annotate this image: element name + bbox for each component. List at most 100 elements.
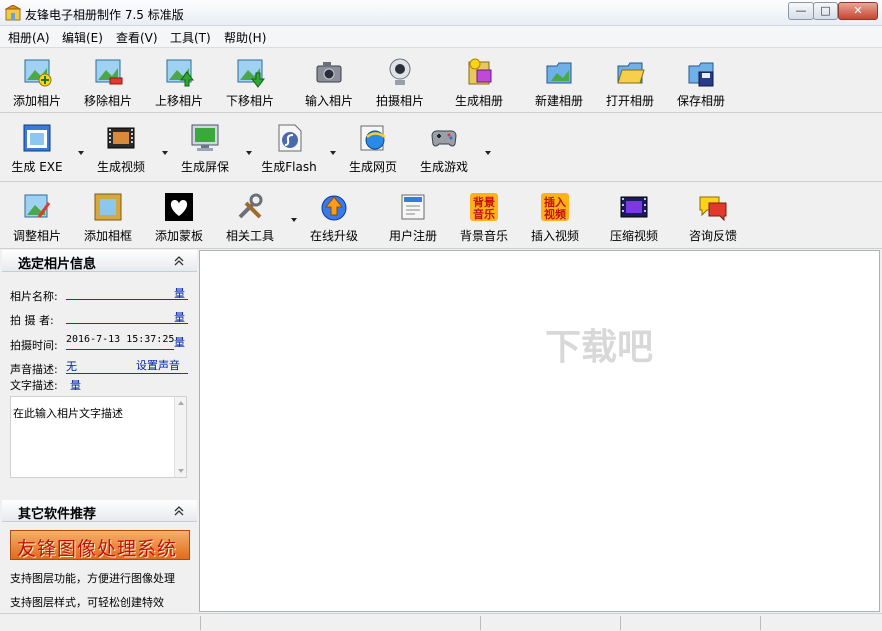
collapse-icon[interactable]	[172, 254, 186, 268]
adjust-photo-icon	[24, 194, 51, 218]
monitor-icon	[191, 124, 219, 151]
sound-desc-label: 声音描述:	[10, 363, 58, 376]
remove-photo-label: 移除相片	[83, 94, 132, 108]
menu-album[interactable]: 相册(A)	[8, 29, 50, 46]
shoot-time-label: 拍摄时间:	[10, 339, 58, 352]
dropdown-arrow-icon	[330, 151, 336, 155]
new-album-button[interactable]: 新建相册	[526, 54, 592, 108]
compress-video-button[interactable]: 压缩视频	[601, 189, 667, 243]
save-album-button[interactable]: 保存相册	[668, 54, 734, 108]
import-photo-button[interactable]: 输入相片	[296, 54, 362, 108]
text-desc-qty[interactable]: 量	[70, 377, 81, 393]
new-album-icon	[546, 62, 572, 84]
move-down-button[interactable]: 下移相片	[217, 54, 283, 108]
scroll-arrows-icon	[178, 401, 184, 473]
build-video-dropdown[interactable]	[160, 148, 170, 158]
related-tools-label: 相关工具	[225, 229, 274, 243]
close-button[interactable]: ✕	[838, 2, 878, 20]
photo-name-qty[interactable]: 量	[174, 285, 185, 301]
move-up-button[interactable]: 上移相片	[146, 54, 212, 108]
background-music-icon: 背景音乐	[470, 193, 498, 221]
menu-tools[interactable]: 工具(T)	[170, 29, 211, 46]
photographer-qty[interactable]: 量	[174, 309, 185, 325]
set-sound-button[interactable]: 设置声音	[136, 357, 180, 373]
build-screensaver-button[interactable]: 生成屏保	[172, 120, 238, 174]
register-button[interactable]: 用户注册	[380, 189, 446, 243]
build-game-label: 生成游戏	[419, 160, 468, 174]
status-bar	[0, 613, 882, 631]
register-label: 用户注册	[388, 229, 437, 243]
dropdown-arrow-icon	[246, 151, 252, 155]
title-bar: 友锋电子相册制作 7.5 标准版 — □ ✕	[0, 0, 882, 26]
photographer-field[interactable]	[66, 308, 188, 324]
move-down-label: 下移相片	[225, 94, 274, 108]
open-album-label: 打开相册	[605, 94, 654, 108]
menu-help[interactable]: 帮助(H)	[224, 29, 266, 46]
recommend-line: 支持图层样式，可轻松创建特效	[10, 596, 164, 609]
image-software-banner[interactable]: 友锋图像处理系统	[10, 530, 190, 560]
left-panel: 选定相片信息 相片名称: 量 拍 摄 者: 量 拍摄时间: 2016-7-13 …	[2, 250, 197, 612]
insert-video-label: 插入视频	[530, 229, 579, 243]
build-webpage-button[interactable]: 生成网页	[340, 120, 406, 174]
compress-video-icon	[620, 196, 648, 218]
build-album-label: 生成相册	[454, 94, 503, 108]
related-tools-dropdown[interactable]	[289, 215, 299, 225]
build-game-dropdown[interactable]	[483, 148, 493, 158]
open-album-button[interactable]: 打开相册	[597, 54, 663, 108]
adjust-photo-label: 调整相片	[12, 229, 61, 243]
arrow-down-icon	[237, 59, 265, 88]
shoot-time-qty[interactable]: 量	[174, 334, 185, 350]
add-mask-button[interactable]: 添加蒙板	[146, 189, 212, 243]
build-game-button[interactable]: 生成游戏	[411, 120, 477, 174]
add-mask-label: 添加蒙板	[154, 229, 203, 243]
capture-photo-button[interactable]: 拍摄相片	[367, 54, 433, 108]
insert-video-button[interactable]: 插入 视频 插入视频	[522, 189, 588, 243]
preview-area[interactable]	[199, 250, 880, 612]
related-tools-button[interactable]: 相关工具	[217, 189, 283, 243]
add-photo-button[interactable]: 添加相片	[4, 54, 70, 108]
build-exe-dropdown[interactable]	[76, 148, 86, 158]
recommend-title: 其它软件推荐	[18, 507, 97, 522]
add-frame-button[interactable]: 添加相框	[75, 189, 141, 243]
photographer-label: 拍 摄 者:	[10, 314, 54, 327]
maximize-button[interactable]: □	[813, 2, 838, 20]
frame-icon	[94, 193, 122, 221]
build-flash-button[interactable]: 生成Flash	[256, 120, 322, 174]
tools-icon	[238, 193, 263, 219]
menu-view[interactable]: 查看(V)	[116, 29, 158, 46]
feedback-button[interactable]: 咨询反馈	[680, 189, 746, 243]
status-divider	[760, 616, 761, 630]
shoot-time-field[interactable]: 2016-7-13 15:37:25	[66, 334, 174, 350]
photo-name-field[interactable]	[66, 284, 188, 300]
online-upgrade-button[interactable]: 在线升级	[301, 189, 367, 243]
build-video-label: 生成视频	[96, 160, 145, 174]
add-photo-label: 添加相片	[12, 94, 61, 108]
svg-text:插入: 插入	[544, 195, 566, 209]
menu-edit[interactable]: 编辑(E)	[62, 29, 103, 46]
dropdown-arrow-icon	[162, 151, 168, 155]
insert-video-icon: 插入视频	[541, 193, 569, 221]
banner-text: 友锋图像处理系统	[17, 538, 178, 560]
build-flash-dropdown[interactable]	[328, 148, 338, 158]
build-album-button[interactable]: 生成相册	[446, 54, 512, 108]
watermark: 下载吧	[545, 327, 654, 368]
folder-open-icon	[617, 62, 645, 84]
build-video-button[interactable]: 生成视频	[88, 120, 154, 174]
build-exe-button[interactable]: 生成 EXE	[4, 120, 70, 174]
app-icon	[4, 4, 22, 21]
collapse-icon[interactable]	[172, 504, 186, 518]
recommend-header[interactable]: 其它软件推荐	[2, 500, 197, 522]
textarea-scrollbar[interactable]	[174, 397, 186, 477]
build-screensaver-dropdown[interactable]	[244, 148, 254, 158]
photo-info-header[interactable]: 选定相片信息	[2, 250, 197, 272]
flash-icon	[278, 124, 302, 152]
svg-text:视频: 视频	[544, 207, 566, 221]
menu-bar: 相册(A) 编辑(E) 查看(V) 工具(T) 帮助(H)	[0, 26, 882, 48]
svg-text:背景: 背景	[473, 195, 495, 209]
adjust-photo-button[interactable]: 调整相片	[4, 189, 70, 243]
remove-photo-button[interactable]: 移除相片	[75, 54, 141, 108]
background-music-button[interactable]: 背景 音乐 背景音乐	[451, 189, 517, 243]
text-desc-textarea[interactable]: 在此输入相片文字描述	[10, 396, 187, 478]
minimize-icon: —	[795, 4, 807, 17]
minimize-button[interactable]: —	[788, 2, 814, 20]
